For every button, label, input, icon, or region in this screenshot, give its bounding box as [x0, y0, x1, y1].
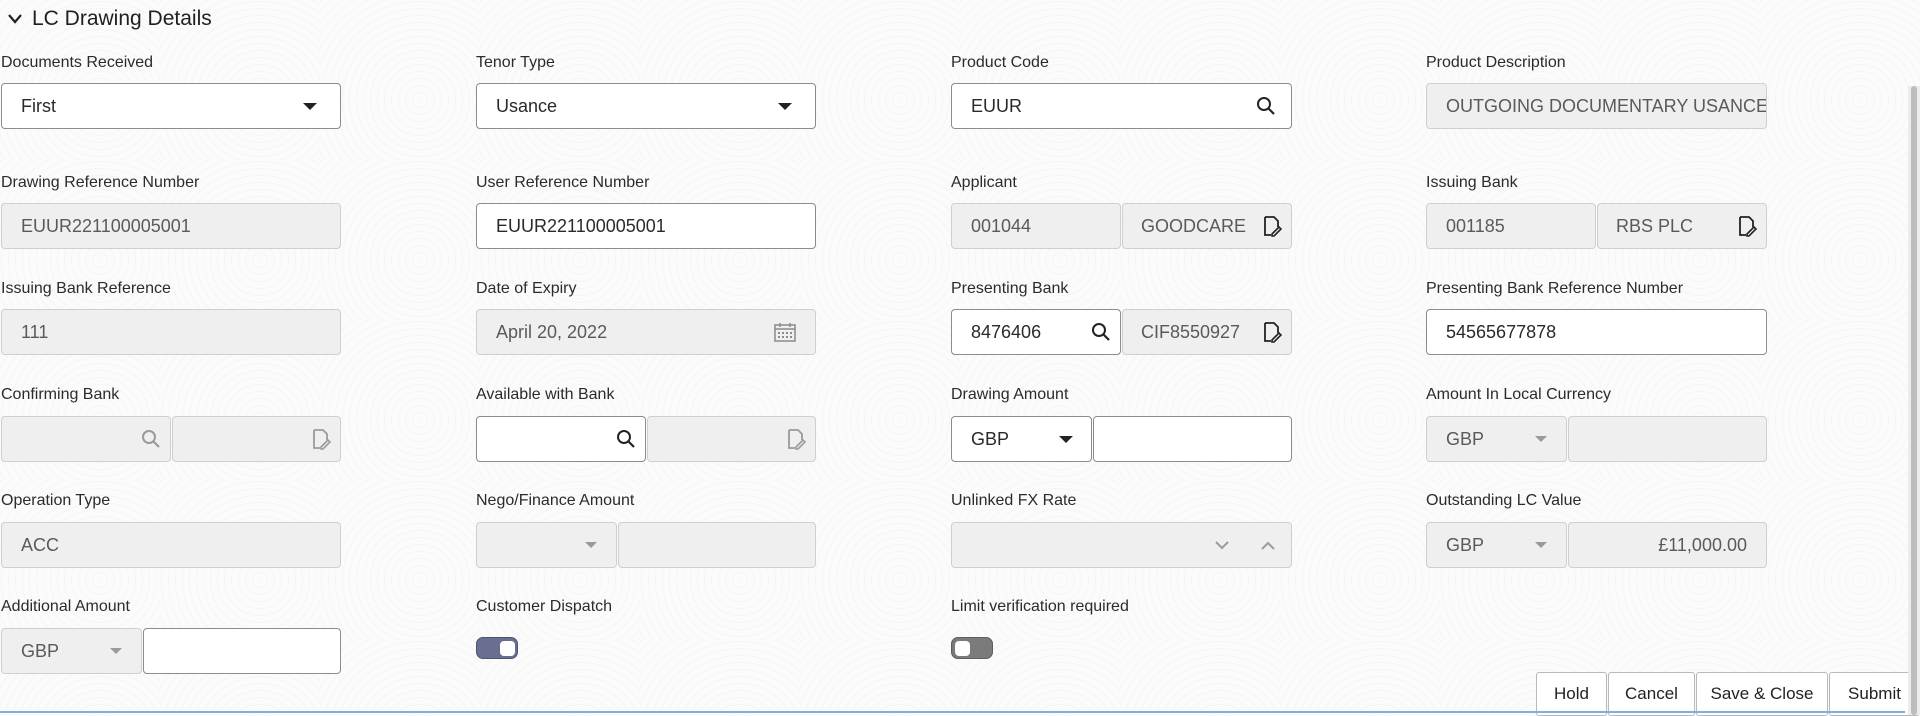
available-with-bank-name-field — [647, 416, 816, 462]
decrement-chevron-down-icon — [1199, 540, 1245, 550]
tenor-type-label: Tenor Type — [476, 54, 555, 71]
increment-chevron-up-icon — [1245, 541, 1291, 550]
additional-amount-label: Additional Amount — [1, 598, 130, 615]
product-description-label: Product Description — [1426, 54, 1566, 71]
applicant-id-field: 001044 — [951, 203, 1121, 249]
dropdown-caret-icon — [1516, 436, 1566, 442]
user-reference-number-label: User Reference Number — [476, 174, 650, 191]
scrollbar-thumb[interactable] — [1911, 86, 1917, 715]
nego-finance-amount-currency-field — [476, 522, 617, 568]
confirming-bank-id-field — [1, 416, 171, 462]
operation-type-field: ACC — [1, 522, 341, 568]
outstanding-lc-value-amount-field: £11,000.00 — [1568, 522, 1767, 568]
search-icon[interactable] — [607, 429, 645, 449]
edit-document-icon[interactable] — [1253, 321, 1291, 343]
presenting-bank-reference-number-input[interactable]: 54565677878 — [1426, 309, 1767, 355]
additional-amount-currency-field: GBP — [1, 628, 142, 674]
issuing-bank-reference-field: 111 — [1, 309, 341, 355]
amount-in-local-currency-label: Amount In Local Currency — [1426, 386, 1611, 403]
user-reference-number-input[interactable]: EUUR221100005001 — [476, 203, 816, 249]
confirming-bank-name-field — [172, 416, 341, 462]
search-icon — [132, 429, 170, 449]
vertical-scrollbar[interactable] — [1908, 86, 1920, 715]
chevron-down-icon — [8, 14, 22, 24]
presenting-bank-id-input[interactable]: 8476406 — [951, 309, 1121, 355]
date-of-expiry-label: Date of Expiry — [476, 280, 577, 297]
issuing-bank-label: Issuing Bank — [1426, 174, 1518, 191]
customer-dispatch-toggle[interactable] — [476, 637, 518, 659]
additional-amount-input[interactable] — [143, 628, 341, 674]
applicant-name-field: GOODCARE — [1122, 203, 1292, 249]
hold-button[interactable]: Hold — [1536, 672, 1607, 716]
submit-button[interactable]: Submit — [1829, 672, 1920, 716]
outstanding-lc-value-label: Outstanding LC Value — [1426, 492, 1582, 509]
drawing-reference-number-label: Drawing Reference Number — [1, 174, 200, 191]
edit-document-icon[interactable] — [1728, 215, 1766, 237]
search-icon[interactable] — [1241, 96, 1291, 116]
available-with-bank-label: Available with Bank — [476, 386, 615, 403]
issuing-bank-name-field: RBS PLC — [1597, 203, 1767, 249]
dropdown-caret-icon — [755, 102, 815, 110]
presenting-bank-reference-number-label: Presenting Bank Reference Number — [1426, 280, 1684, 297]
available-with-bank-id-input[interactable] — [476, 416, 646, 462]
dropdown-caret-icon — [280, 102, 340, 110]
nego-finance-amount-label: Nego/Finance Amount — [476, 492, 635, 509]
edit-document-icon — [777, 428, 815, 450]
amount-in-local-currency-currency-field: GBP — [1426, 416, 1567, 462]
section-title: LC Drawing Details — [32, 7, 212, 30]
limit-verification-required-label: Limit verification required — [951, 598, 1129, 615]
unlinked-fx-rate-label: Unlinked FX Rate — [951, 492, 1077, 509]
operation-type-label: Operation Type — [1, 492, 111, 509]
outstanding-lc-value-currency-field: GBP — [1426, 522, 1567, 568]
drawing-amount-input[interactable] — [1093, 416, 1292, 462]
dropdown-caret-icon — [1516, 542, 1566, 548]
issuing-bank-reference-label: Issuing Bank Reference — [1, 280, 171, 297]
dropdown-caret-icon — [1041, 435, 1091, 443]
date-of-expiry-field: April 20, 2022 — [476, 309, 816, 355]
nego-finance-amount-amount-field — [618, 522, 816, 568]
dropdown-caret-icon — [91, 648, 141, 654]
search-icon[interactable] — [1082, 322, 1120, 342]
cancel-button[interactable]: Cancel — [1608, 672, 1695, 716]
tenor-type-select[interactable]: Usance — [476, 83, 816, 129]
toggle-knob — [500, 641, 515, 656]
toggle-knob — [955, 641, 970, 656]
applicant-label: Applicant — [951, 174, 1017, 191]
issuing-bank-id-field: 001185 — [1426, 203, 1596, 249]
drawing-amount-label: Drawing Amount — [951, 386, 1069, 403]
calendar-icon — [755, 322, 815, 342]
drawing-amount-currency-select[interactable]: GBP — [951, 416, 1092, 462]
product-code-label: Product Code — [951, 54, 1049, 71]
drawing-reference-number-field: EUUR221100005001 — [1, 203, 341, 249]
amount-in-local-currency-amount-field — [1568, 416, 1767, 462]
section-header[interactable]: LC Drawing Details — [8, 4, 212, 34]
edit-document-icon[interactable] — [1253, 215, 1291, 237]
limit-verification-required-toggle[interactable] — [951, 637, 993, 659]
product-description-field: OUTGOING DOCUMENTARY USANCE — [1426, 83, 1767, 129]
customer-dispatch-label: Customer Dispatch — [476, 598, 613, 615]
edit-document-icon — [302, 428, 340, 450]
footer-divider — [0, 711, 1905, 713]
documents-received-label: Documents Received — [1, 54, 154, 71]
product-code-input[interactable]: EUUR — [951, 83, 1292, 129]
save-close-button[interactable]: Save & Close — [1696, 672, 1828, 716]
unlinked-fx-rate-field — [951, 522, 1292, 568]
confirming-bank-label: Confirming Bank — [1, 386, 120, 403]
presenting-bank-name-field: CIF8550927 — [1122, 309, 1292, 355]
documents-received-select[interactable]: First — [1, 83, 341, 129]
dropdown-caret-icon — [566, 542, 616, 548]
presenting-bank-label: Presenting Bank — [951, 280, 1069, 297]
